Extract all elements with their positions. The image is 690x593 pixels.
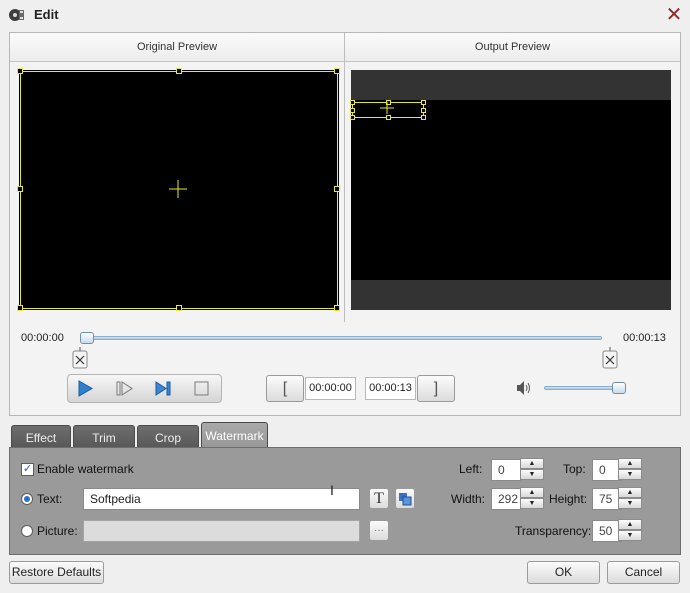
set-end-button[interactable]: ]: [417, 375, 455, 402]
watermark-handle[interactable]: [421, 108, 426, 113]
height-spinner[interactable]: ▲ ▼: [618, 487, 642, 510]
app-film-icon: [9, 9, 24, 21]
crosshair-icon: [169, 180, 187, 198]
play-icon[interactable]: [75, 379, 95, 398]
tab-effect[interactable]: Effect: [11, 425, 71, 449]
cancel-button[interactable]: Cancel: [607, 561, 680, 584]
width-spinner[interactable]: ▲ ▼: [520, 487, 544, 510]
width-label: Width:: [451, 492, 486, 506]
tab-trim[interactable]: Trim: [73, 425, 135, 449]
crop-handle[interactable]: [176, 68, 182, 74]
crop-handle[interactable]: [334, 186, 340, 192]
timeline-thumb[interactable]: [80, 332, 94, 344]
transparency-label: Transparency:: [515, 524, 592, 538]
top-spinner[interactable]: ▲ ▼: [618, 458, 642, 481]
crop-handle[interactable]: [17, 68, 23, 74]
top-label: Top:: [563, 462, 586, 476]
watermark-handle[interactable]: [350, 108, 355, 113]
left-spinner[interactable]: ▲ ▼: [520, 458, 544, 481]
text-font-button[interactable]: T: [369, 488, 389, 509]
timeline-end-time: 00:00:13: [623, 332, 666, 344]
title-bar: Edit ✕: [0, 0, 690, 30]
timeline-start-time: 00:00:00: [21, 332, 64, 344]
watermark-handle[interactable]: [421, 100, 426, 105]
speaker-icon[interactable]: [515, 380, 533, 396]
crop-handle[interactable]: [334, 305, 340, 311]
left-label: Left:: [459, 462, 483, 476]
trim-start-marker-icon[interactable]: [72, 347, 88, 369]
browse-picture-button[interactable]: ···: [369, 520, 389, 541]
close-icon[interactable]: ✕: [664, 5, 684, 25]
left-input[interactable]: 0: [491, 459, 521, 481]
original-preview-label: Original Preview: [10, 33, 344, 62]
start-time-box[interactable]: 00:00:00: [305, 377, 356, 400]
volume-thumb[interactable]: [612, 382, 626, 394]
text-label: Text:: [37, 492, 63, 506]
trim-end-marker-icon[interactable]: [602, 347, 618, 369]
text-radio[interactable]: [21, 493, 33, 505]
text-color-button[interactable]: [395, 488, 415, 509]
output-video-frame: [351, 100, 671, 280]
text-tool-icon: T: [374, 490, 384, 507]
set-start-button[interactable]: [: [266, 375, 304, 402]
next-frame-icon[interactable]: [115, 379, 135, 398]
width-input[interactable]: 292: [491, 488, 521, 510]
watermark-handle[interactable]: [350, 115, 355, 120]
enable-watermark-checkbox[interactable]: ✓: [21, 463, 34, 476]
timeline-track[interactable]: [85, 336, 602, 340]
crosshair-small-icon: [380, 102, 394, 114]
skip-end-icon[interactable]: [153, 379, 173, 398]
picture-label: Picture:: [37, 524, 78, 538]
crop-handle[interactable]: [17, 186, 23, 192]
crop-handle[interactable]: [176, 305, 182, 311]
picture-radio[interactable]: [21, 525, 33, 537]
text-cursor-icon: I: [330, 482, 334, 498]
tab-crop[interactable]: Crop: [137, 425, 199, 449]
watermark-handle[interactable]: [386, 115, 391, 120]
watermark-handle[interactable]: [421, 115, 426, 120]
picture-path-input[interactable]: [83, 520, 360, 542]
tab-watermark[interactable]: Watermark: [201, 422, 268, 449]
restore-defaults-button[interactable]: Restore Defaults: [9, 561, 104, 584]
color-icon: [399, 493, 412, 506]
ok-button[interactable]: OK: [527, 561, 600, 584]
crop-handle[interactable]: [334, 68, 340, 74]
window-title: Edit: [34, 7, 59, 22]
watermark-handle[interactable]: [350, 100, 355, 105]
crop-handle[interactable]: [17, 305, 23, 311]
stop-icon[interactable]: [193, 380, 211, 397]
enable-watermark-label: Enable watermark: [37, 462, 134, 476]
end-time-box[interactable]: 00:00:13: [365, 377, 416, 400]
height-label: Height:: [549, 492, 588, 506]
transparency-spinner[interactable]: ▲ ▼: [618, 519, 642, 542]
watermark-text-input[interactable]: Softpedia: [83, 488, 360, 510]
output-preview-label: Output Preview: [345, 33, 680, 62]
